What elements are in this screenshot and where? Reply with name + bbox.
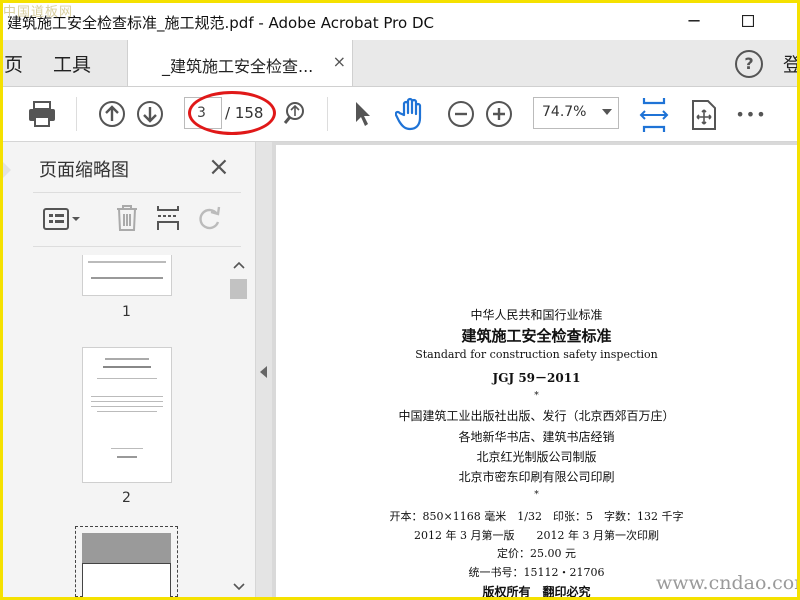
maximize-icon — [742, 15, 754, 27]
document-page: 中华人民共和国行业标准 建筑施工安全检查标准 Standard for cons… — [276, 145, 797, 599]
previous-page-icon[interactable] — [95, 97, 129, 131]
page-thumbnail-2[interactable] — [82, 347, 172, 483]
doc-line: * — [534, 490, 539, 500]
menu-login[interactable]: 登 — [783, 50, 800, 77]
panel-divider — [33, 192, 241, 193]
zoom-value: 74.7% — [542, 104, 587, 120]
doc-line: 2012 年 3 月第一版 2012 年 3 月第一次印刷 — [414, 529, 659, 542]
doc-line: 开本：850×1168 毫米 1/32 印张：5 字数：132 千字 — [389, 510, 684, 523]
document-tab[interactable]: _建筑施工安全检查... × — [127, 40, 353, 86]
minimize-button[interactable]: ─ — [679, 7, 709, 35]
doc-line: JGJ 59－2011 — [492, 371, 581, 385]
title-bar: 建筑施工安全检查标准_施工规范.pdf - Adobe Acrobat Pro … — [3, 3, 797, 39]
watermark-top: 中国道板网 — [3, 5, 74, 20]
rotate-icon[interactable] — [195, 202, 225, 234]
insert-page-icon[interactable] — [153, 202, 183, 234]
select-arrow-icon[interactable] — [347, 98, 377, 130]
panel-divider — [33, 246, 241, 247]
red-highlight-annotation — [188, 91, 276, 135]
help-icon[interactable]: ? — [735, 50, 763, 78]
toolbar: 3 / 158 74.7% ••• — [3, 87, 797, 142]
zoom-dropdown[interactable]: 74.7% — [533, 97, 619, 129]
thumbnail-panel: 页面缩略图 × 1 2 — [3, 142, 256, 598]
scroll-thumb[interactable] — [230, 279, 247, 299]
doc-line: 定价：25.00 元 — [497, 547, 576, 560]
print-icon[interactable] — [25, 97, 59, 131]
thumbnail-number: 1 — [122, 304, 131, 320]
thumbnail-number: 2 — [122, 490, 131, 506]
scroll-up-icon[interactable] — [230, 257, 247, 273]
zoom-out-icon[interactable] — [444, 97, 478, 131]
doc-line: 北京市密东印刷有限公司印刷 — [458, 470, 615, 484]
doc-line: 中华人民共和国行业标准 — [470, 308, 603, 322]
tab-close-button[interactable]: × — [333, 52, 346, 71]
zoom-search-icon[interactable] — [281, 99, 309, 127]
doc-line: 北京红光制版公司制版 — [476, 450, 597, 464]
toolbar-separator — [76, 97, 77, 131]
document-tab-label: _建筑施工安全检查... — [162, 57, 314, 76]
panel-title: 页面缩略图 — [39, 160, 129, 181]
panel-tab-marker — [3, 162, 11, 178]
chevron-down-icon — [602, 109, 612, 115]
doc-line: 各地新华书店、建筑书店经销 — [458, 430, 615, 444]
doc-line: Standard for construction safety inspect… — [415, 348, 658, 361]
watermark-bottom: www.cndao.com — [656, 572, 800, 594]
doc-line: 中国建筑工业出版社出版、发行（北京西郊百万庄） — [398, 409, 675, 423]
doc-title: 建筑施工安全检查标准 — [461, 327, 612, 345]
maximize-button[interactable] — [733, 7, 763, 35]
hand-tool-icon[interactable] — [393, 95, 429, 133]
trash-icon[interactable] — [113, 202, 141, 234]
thumbnail-options-icon[interactable] — [41, 204, 83, 234]
scroll-down-icon[interactable] — [230, 579, 247, 595]
collapse-left-icon[interactable] — [260, 366, 267, 378]
panel-close-button[interactable]: × — [208, 152, 230, 182]
fit-page-icon[interactable] — [636, 95, 672, 135]
toolbar-separator — [327, 97, 328, 131]
zoom-in-icon[interactable] — [482, 97, 516, 131]
menu-tools[interactable]: 工具 — [53, 50, 91, 77]
page-thumbnail-3-selected[interactable] — [75, 526, 178, 598]
menu-tab-bar: 页 工具 _建筑施工安全检查... × ? 登 — [3, 40, 800, 87]
menu-home[interactable]: 页 — [4, 50, 23, 77]
more-options-icon[interactable]: ••• — [735, 101, 766, 127]
full-screen-page-icon[interactable] — [687, 96, 721, 134]
panel-scrollbar[interactable] — [228, 259, 248, 597]
doc-line: * — [534, 391, 539, 401]
page-thumbnail-1[interactable] — [82, 255, 172, 296]
next-page-icon[interactable] — [133, 97, 167, 131]
